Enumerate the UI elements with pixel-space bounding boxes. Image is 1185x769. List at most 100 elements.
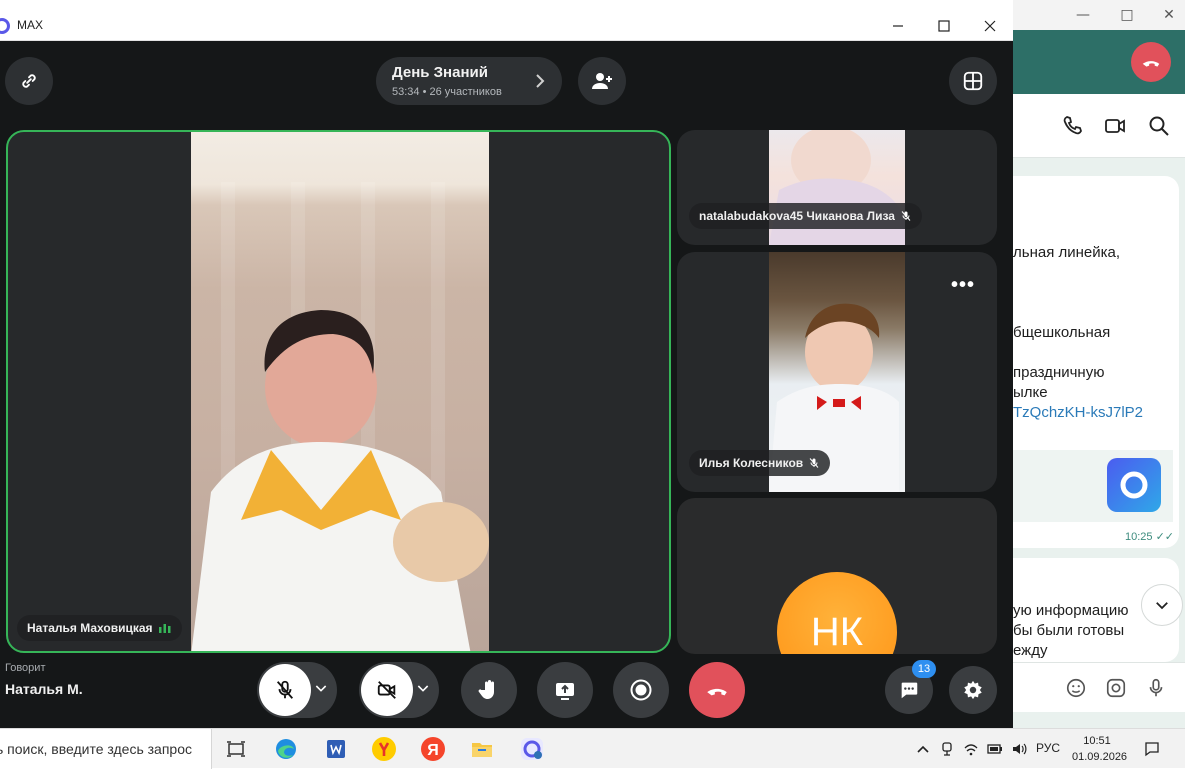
microphone-toggle-button[interactable] xyxy=(259,664,311,716)
chevron-down-icon xyxy=(1156,602,1168,610)
maximize-icon[interactable]: □ xyxy=(1115,4,1139,26)
participant-name-tag: natalabudakova45 Чиканова Лиза xyxy=(689,203,922,229)
screen-share-icon xyxy=(556,683,574,700)
notifications-icon[interactable] xyxy=(1144,741,1160,757)
message-line: бы были готовы xyxy=(1013,622,1125,639)
wifi-icon[interactable] xyxy=(963,741,979,757)
participant-count: 26 участников xyxy=(429,86,502,98)
record-icon xyxy=(630,679,652,701)
input-language[interactable]: РУС xyxy=(1036,741,1060,755)
minimize-icon[interactable]: — xyxy=(1071,4,1095,26)
volume-icon[interactable] xyxy=(1011,741,1027,757)
participant-tile[interactable]: natalabudakova45 Чиканова Лиза xyxy=(677,130,997,245)
unread-badge: 13 xyxy=(912,660,936,678)
video-call-icon[interactable] xyxy=(1103,114,1127,138)
end-call-button[interactable] xyxy=(1131,42,1171,82)
hangup-icon xyxy=(707,688,727,696)
yandex-browser-icon[interactable] xyxy=(370,735,398,763)
participant-tile[interactable]: НК xyxy=(677,498,997,654)
clock-date: 01.09.2026 xyxy=(1072,751,1128,763)
copy-link-button[interactable] xyxy=(5,57,53,105)
scroll-down-button[interactable] xyxy=(1141,584,1183,626)
mic-off-icon xyxy=(276,680,294,699)
record-button[interactable] xyxy=(613,662,669,718)
clock-time: 10:51 xyxy=(1083,735,1111,747)
max-call-window: MAX День Знаний 53:34 • 26 участников На… xyxy=(0,10,1013,728)
minimize-icon xyxy=(893,25,903,27)
search-icon[interactable] xyxy=(1147,114,1171,138)
mic-muted-icon xyxy=(901,211,911,221)
message-line: праздничную xyxy=(1013,364,1105,381)
layout-grid-button[interactable] xyxy=(949,57,997,105)
max-app-icon[interactable] xyxy=(518,735,546,763)
file-explorer-icon[interactable] xyxy=(468,735,496,763)
network-share-icon[interactable] xyxy=(939,741,955,757)
task-view-icon[interactable] xyxy=(222,735,250,763)
current-speaker-name: Наталья М. xyxy=(5,681,83,697)
camera-toggle-button[interactable] xyxy=(361,664,413,716)
message-link[interactable]: TzQchzKH-ksJ7lP2 xyxy=(1013,404,1143,421)
message-line: ежду xyxy=(1013,642,1048,659)
speaker-video xyxy=(191,132,489,651)
phone-icon[interactable] xyxy=(1061,114,1085,138)
taskbar-search[interactable]: ь поиск, введите здесь запрос xyxy=(0,729,212,769)
minimize-button[interactable] xyxy=(876,13,920,39)
edge-browser-icon[interactable] xyxy=(272,735,300,763)
call-info-button[interactable]: День Знаний 53:34 • 26 участников xyxy=(376,57,562,105)
microphone-control xyxy=(257,662,337,718)
svg-text:Я: Я xyxy=(427,742,439,759)
add-participant-button[interactable] xyxy=(578,57,626,105)
battery-icon[interactable] xyxy=(987,741,1003,757)
mic-muted-icon xyxy=(809,458,819,468)
yandex-icon[interactable]: Я xyxy=(419,735,447,763)
window-title: MAX xyxy=(17,18,44,32)
word-icon[interactable] xyxy=(322,735,350,763)
gear-icon xyxy=(964,680,982,700)
call-duration: 53:34 xyxy=(392,86,420,98)
camera-icon[interactable] xyxy=(1105,677,1127,699)
main-speaker-tile[interactable]: Наталья Маховицкая xyxy=(6,130,671,653)
message-line: льная линейка, xyxy=(1013,244,1121,261)
participant-name-tag: Илья Колесников xyxy=(689,450,831,476)
system-clock[interactable]: 10:51 01.09.2026 xyxy=(1072,733,1128,765)
add-user-icon xyxy=(592,73,612,89)
participant-name: Илья Колесников xyxy=(699,456,804,470)
message-time: 10:25 ✓✓ xyxy=(1125,531,1175,543)
close-icon[interactable]: ✕ xyxy=(1157,4,1181,26)
close-icon xyxy=(984,20,996,32)
chevron-right-icon xyxy=(536,74,545,88)
sticker-icon[interactable] xyxy=(1065,677,1087,699)
link-icon xyxy=(22,74,36,88)
chevron-down-icon[interactable] xyxy=(415,680,431,696)
close-button[interactable] xyxy=(968,13,1012,39)
microphone-icon[interactable] xyxy=(1145,677,1167,699)
max-logo-icon xyxy=(1107,458,1161,512)
maximize-icon xyxy=(938,20,950,32)
chevron-down-icon[interactable] xyxy=(313,680,329,696)
chat-icon xyxy=(901,682,918,699)
message-composer[interactable] xyxy=(1013,662,1185,712)
background-chat-window: — □ ✕ льная линейка, бщешкольная праздни… xyxy=(1013,0,1185,728)
settings-button[interactable] xyxy=(949,666,997,714)
hand-icon xyxy=(478,680,494,699)
call-title: День Знаний xyxy=(392,64,488,81)
speaker-name-tag: Наталья Маховицкая xyxy=(17,615,182,641)
person-silhouette xyxy=(191,310,489,651)
windows-taskbar: ь поиск, введите здесь запрос Я РУС 10:5… xyxy=(0,728,1185,769)
maximize-button[interactable] xyxy=(922,13,966,39)
participant-tile[interactable]: ••• Илья Колесников xyxy=(677,252,997,492)
window-titlebar: MAX xyxy=(0,10,1013,41)
message-line: ылке xyxy=(1013,384,1048,401)
share-screen-button[interactable] xyxy=(537,662,593,718)
background-window-titlebar: — □ ✕ xyxy=(1013,0,1185,30)
more-options-button[interactable]: ••• xyxy=(951,274,975,297)
chevron-up-icon[interactable] xyxy=(915,741,931,757)
message-line: ую информацию xyxy=(1013,602,1129,619)
camera-off-icon xyxy=(377,681,396,699)
avatar: НК xyxy=(777,572,897,654)
audio-level-icon xyxy=(158,624,171,633)
raise-hand-button[interactable] xyxy=(461,662,517,718)
end-call-button[interactable] xyxy=(689,662,745,718)
call-subtitle: 53:34 • 26 участников xyxy=(392,86,502,98)
chat-header xyxy=(1013,94,1185,158)
